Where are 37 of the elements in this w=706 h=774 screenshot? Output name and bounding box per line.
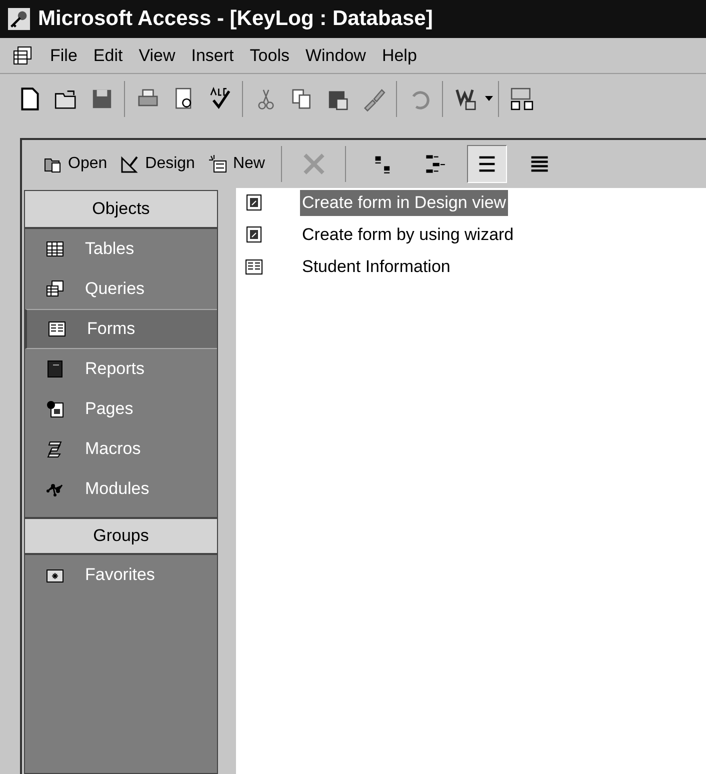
list-item[interactable]: Create form by using wizard: [244, 222, 706, 248]
toolbar-button[interactable]: Design: [119, 152, 195, 176]
menu-item[interactable]: View: [138, 42, 176, 68]
toolbar-button[interactable]: New: [206, 152, 265, 176]
sidebar-item[interactable]: Tables: [25, 229, 217, 269]
page-icon: [45, 399, 65, 419]
toolbar-button[interactable]: Open: [42, 152, 108, 176]
menu-item[interactable]: Window: [305, 42, 366, 68]
sidebar-item[interactable]: Pages: [25, 389, 217, 429]
list-item[interactable]: Create form in Design view: [244, 190, 706, 216]
query-icon: [45, 279, 65, 299]
new-form-icon: [206, 154, 229, 174]
sidebar-item[interactable]: Queries: [25, 269, 217, 309]
caret-icon[interactable]: [484, 95, 494, 103]
sidebar-item[interactable]: Modules: [25, 469, 217, 509]
report-icon: [45, 359, 65, 379]
menu-item[interactable]: File: [50, 42, 78, 68]
menu-item[interactable]: Edit: [93, 42, 123, 68]
list-item[interactable]: Student Information: [244, 254, 706, 280]
section-header[interactable]: Objects: [25, 191, 217, 229]
form-icon: [47, 319, 67, 339]
table-icon: [45, 239, 65, 259]
sidebar-item[interactable]: Reports: [25, 349, 217, 389]
key-icon: [8, 8, 30, 30]
section-header[interactable]: Groups: [25, 517, 217, 555]
shortcut-icon: [244, 193, 264, 213]
form-icon: [244, 257, 264, 277]
sidebar-item[interactable]: Forms: [25, 309, 217, 349]
menu-item[interactable]: Insert: [191, 42, 234, 68]
sidebar-item[interactable]: Macros: [25, 429, 217, 469]
menu-item[interactable]: Tools: [250, 42, 290, 68]
menu-item[interactable]: Help: [382, 42, 417, 68]
database-icon: [12, 46, 34, 66]
window-title: Microsoft Access - [KeyLog : Database]: [38, 6, 433, 32]
sidebar-item[interactable]: Favorites: [25, 555, 217, 595]
view-button[interactable]: [466, 145, 507, 183]
shortcut-icon: [244, 225, 264, 245]
